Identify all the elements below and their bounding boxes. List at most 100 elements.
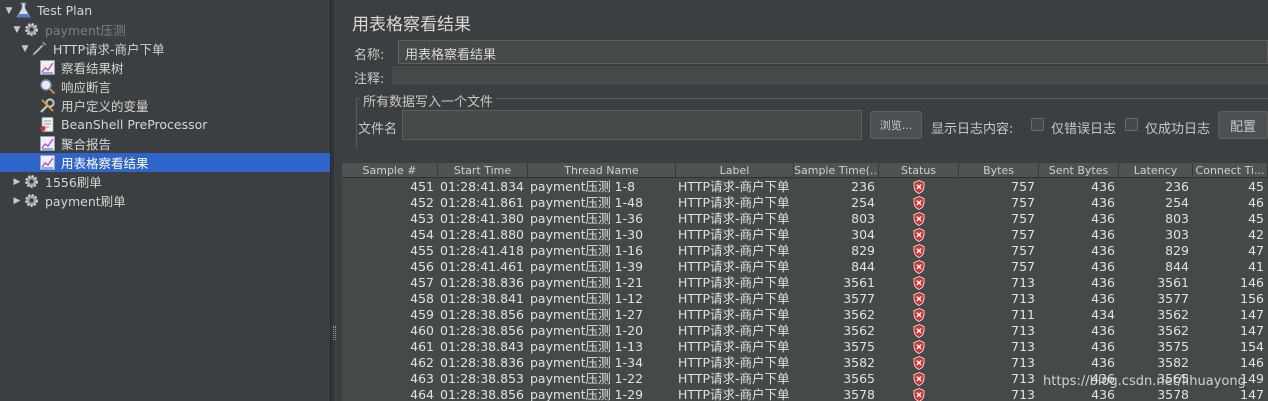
tree-item[interactable]: 聚合报告: [0, 134, 330, 153]
tree-item[interactable]: ▼ HTTP请求-商户下单: [0, 39, 330, 58]
tree-item[interactable]: ▶ payment刷单: [0, 191, 330, 210]
collapsed-arrow-icon[interactable]: ▶: [11, 195, 23, 207]
expanded-arrow-icon[interactable]: ▼: [3, 5, 15, 17]
column-header[interactable]: Bytes: [959, 163, 1039, 178]
table-cell: 304: [851, 227, 875, 242]
table-cell: 147: [1240, 387, 1264, 401]
table-cell: 436: [1091, 339, 1115, 354]
table-cell: 436: [1091, 323, 1115, 338]
table-row[interactable]: 464 01:28:38.856 payment压测 1-29 HTTP请求-商户下单…: [342, 387, 1268, 401]
table-row[interactable]: 453 01:28:41.380 payment压测 1-36 HTTP请求-商户下单…: [342, 211, 1268, 227]
column-header[interactable]: Sample Time(...: [794, 163, 879, 178]
table-cell: payment压测 1-39: [530, 259, 644, 274]
errors-only-checkbox[interactable]: [1031, 118, 1044, 131]
column-header[interactable]: Start Time: [438, 163, 528, 178]
table-cell: 844: [851, 259, 875, 274]
table-cell: HTTP请求-商户下单: [678, 307, 790, 322]
table-cell: 42: [1248, 227, 1264, 242]
name-field[interactable]: 用表格察看结果: [398, 40, 1268, 64]
comment-field[interactable]: [392, 66, 1268, 85]
name-label: 名称:: [354, 48, 385, 63]
table-cell: 01:28:38.856: [440, 307, 524, 322]
table-cell: 436: [1091, 179, 1115, 194]
table-cell: 454: [410, 227, 434, 242]
configure-button[interactable]: 配置: [1218, 111, 1268, 139]
table-cell: 146: [1240, 275, 1264, 290]
table-cell: 01:28:38.836: [440, 275, 524, 290]
pipette-icon: [31, 40, 48, 57]
table-cell: 757: [1011, 211, 1035, 226]
column-header[interactable]: Label: [676, 163, 794, 178]
table-row[interactable]: 461 01:28:38.843 payment压测 1-13 HTTP请求-商户下单…: [342, 339, 1268, 355]
file-name-field[interactable]: [402, 110, 862, 140]
column-header[interactable]: Thread Name: [528, 163, 676, 178]
tree-item[interactable]: BeanShell PreProcessor: [0, 115, 330, 134]
tree-item[interactable]: 用户定义的变量: [0, 96, 330, 115]
expanded-arrow-icon[interactable]: ▼: [11, 24, 23, 36]
tree-item[interactable]: 响应断言: [0, 77, 330, 96]
table-cell: 462: [410, 355, 434, 370]
table-row[interactable]: 458 01:28:38.841 payment压测 1-12 HTTP请求-商户下单…: [342, 291, 1268, 307]
error-shield-icon: [913, 324, 925, 338]
table-cell: HTTP请求-商户下单: [678, 275, 790, 290]
table-cell: 236: [851, 179, 875, 194]
tree-item[interactable]: 用表格察看结果: [0, 153, 330, 172]
column-header[interactable]: Latency: [1119, 163, 1193, 178]
table-cell: payment压测 1-8: [530, 179, 636, 194]
table-cell: 713: [1011, 387, 1035, 401]
tree-item[interactable]: ▼ Test Plan: [0, 1, 330, 20]
table-cell: 47: [1248, 243, 1264, 258]
table-cell: 3577: [843, 291, 875, 306]
browse-button[interactable]: 浏览...: [870, 111, 922, 139]
table-row[interactable]: 455 01:28:41.418 payment压测 1-16 HTTP请求-商户下单…: [342, 243, 1268, 259]
tree-item[interactable]: 察看结果树: [0, 58, 330, 77]
table-row[interactable]: 452 01:28:41.861 payment压测 1-48 HTTP请求-商户下单…: [342, 195, 1268, 211]
table-cell: HTTP请求-商户下单: [678, 243, 790, 258]
table-cell: 713: [1011, 323, 1035, 338]
tree-item[interactable]: ▶ 1556刷单: [0, 172, 330, 191]
table-cell: 41: [1248, 259, 1264, 274]
table-cell: 455: [410, 243, 434, 258]
table-cell: HTTP请求-商户下单: [678, 291, 790, 306]
table-cell: 436: [1091, 259, 1115, 274]
collapsed-arrow-icon[interactable]: ▶: [11, 176, 23, 188]
error-shield-icon: [913, 196, 925, 210]
table-row[interactable]: 451 01:28:41.834 payment压测 1-8 HTTP请求-商户下单 2…: [342, 179, 1268, 195]
error-shield-icon: [913, 244, 925, 258]
table-row[interactable]: 454 01:28:41.880 payment压测 1-30 HTTP请求-商户下单…: [342, 227, 1268, 243]
column-header[interactable]: Connect Ti...: [1193, 163, 1268, 178]
expanded-arrow-icon[interactable]: ▼: [19, 43, 31, 55]
tree-item[interactable]: ▼ payment压测: [0, 20, 330, 39]
table-cell: 436: [1091, 227, 1115, 242]
table-cell: payment压测 1-34: [530, 355, 644, 370]
table-row[interactable]: 457 01:28:38.836 payment压测 1-21 HTTP请求-商户下单…: [342, 275, 1268, 291]
table-cell: 436: [1091, 355, 1115, 370]
table-cell: 460: [410, 323, 434, 338]
table-cell: HTTP请求-商户下单: [678, 259, 790, 274]
table-cell: 829: [1165, 243, 1189, 258]
table-cell: 01:28:38.853: [440, 371, 524, 386]
table-row[interactable]: 459 01:28:38.856 payment压测 1-27 HTTP请求-商户下单…: [342, 307, 1268, 323]
column-header[interactable]: Status: [879, 163, 959, 178]
column-header[interactable]: Sent Bytes: [1039, 163, 1119, 178]
success-only-checkbox[interactable]: [1125, 118, 1138, 131]
tree-item-label: 响应断言: [61, 80, 112, 95]
table-cell: HTTP请求-商户下单: [678, 179, 790, 194]
table-cell: HTTP请求-商户下单: [678, 355, 790, 370]
table-cell: 01:28:41.418: [440, 243, 524, 258]
table-row[interactable]: 462 01:28:38.836 payment压测 1-34 HTTP请求-商户下单…: [342, 355, 1268, 371]
table-cell: 154: [1240, 339, 1264, 354]
table-cell: 3575: [843, 339, 875, 354]
table-row[interactable]: 456 01:28:41.461 payment压测 1-39 HTTP请求-商户下单…: [342, 259, 1268, 275]
column-header[interactable]: Sample #: [342, 163, 438, 178]
table-row[interactable]: 460 01:28:38.856 payment压测 1-20 HTTP请求-商户下单…: [342, 323, 1268, 339]
table-results-panel: 用表格察看结果 名称: 用表格察看结果 注释: 所有数据写入一个文件 文件名 浏…: [336, 0, 1268, 401]
table-cell: 3561: [1157, 275, 1189, 290]
tree-item-label: 1556刷单: [45, 175, 102, 190]
table-cell: 436: [1091, 195, 1115, 210]
split-pane-divider[interactable]: [330, 0, 334, 401]
table-cell: 461: [410, 339, 434, 354]
error-shield-icon: [913, 388, 925, 401]
